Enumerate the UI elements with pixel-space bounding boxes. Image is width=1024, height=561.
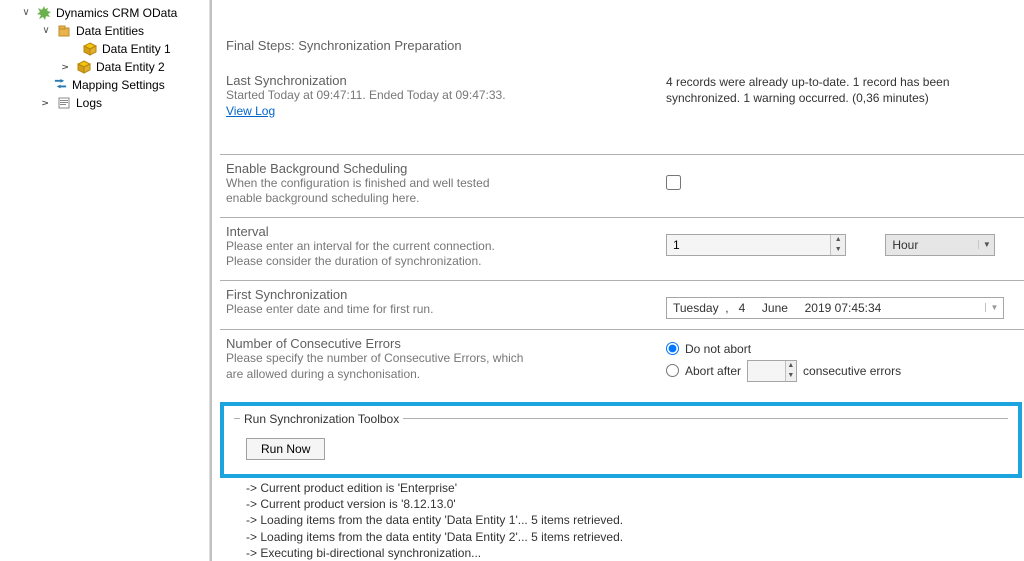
run-now-button[interactable]: Run Now — [246, 438, 325, 460]
tree-mapping-label[interactable]: Mapping Settings — [72, 76, 165, 94]
tree-entity2-label[interactable]: Data Entity 2 — [96, 58, 165, 76]
expand-icon[interactable]: ∨ — [57, 61, 75, 73]
expand-icon[interactable]: ∨ — [40, 22, 52, 40]
connection-gear-icon — [36, 5, 52, 21]
vertical-divider — [210, 0, 212, 561]
expand-icon[interactable]: ∨ — [20, 4, 32, 22]
radio-abort-after[interactable]: Abort after ▲▼ consecutive errors — [666, 360, 1024, 382]
interval-unit-combo[interactable]: Hour ▼ — [885, 234, 995, 256]
log-line: Current product version is '8.12.13.0' — [246, 496, 1024, 512]
page-title: Final Steps: Synchronization Preparation — [220, 0, 1024, 73]
radio-abort-after-input[interactable] — [666, 364, 679, 377]
radio-do-not-abort[interactable]: Do not abort — [666, 342, 1024, 356]
bg-desc-l2: enable background scheduling here. — [226, 191, 646, 207]
entities-folder-icon — [56, 23, 72, 39]
section-first-sync: First Synchronization Please enter date … — [220, 280, 1024, 329]
entity-icon — [76, 59, 92, 75]
spin-buttons[interactable]: ▲▼ — [785, 361, 796, 381]
run-sync-toolbox-highlight: Run Synchronization Toolbox Run Now — [220, 402, 1022, 478]
mapping-icon — [52, 77, 68, 93]
logs-icon — [56, 95, 72, 111]
section-last-sync: Last Synchronization Started Today at 09… — [220, 73, 1024, 128]
radio-abort-after-post: consecutive errors — [803, 364, 901, 378]
spacer: ∨ — [66, 40, 78, 58]
bg-scheduling-checkbox[interactable] — [666, 175, 681, 190]
sync-log-output: Current product edition is 'Enterprise' … — [220, 478, 1024, 561]
interval-l2: Please consider the duration of synchron… — [226, 254, 646, 270]
log-line: Executing bi-directional synchronization… — [246, 545, 1024, 561]
first-sync-title: First Synchronization — [226, 287, 646, 302]
log-line: Current product edition is 'Enterprise' — [246, 480, 1024, 496]
radio-abort-after-pre: Abort after — [685, 364, 741, 378]
bg-desc-l1: When the configuration is finished and w… — [226, 176, 646, 192]
errors-l1: Please specify the number of Consecutive… — [226, 351, 646, 367]
tree-logs-label[interactable]: Logs — [76, 94, 102, 112]
main-panel: Final Steps: Synchronization Preparation… — [220, 0, 1024, 561]
section-bg-scheduling: Enable Background Scheduling When the co… — [220, 154, 1024, 217]
tree-entities-label[interactable]: Data Entities — [76, 22, 144, 40]
errors-l2: are allowed during a synchonisation. — [226, 367, 646, 383]
radio-do-not-abort-input[interactable] — [666, 342, 679, 355]
bg-title: Enable Background Scheduling — [226, 161, 646, 176]
interval-input[interactable] — [667, 238, 830, 252]
radio-do-not-abort-label: Do not abort — [685, 342, 751, 356]
sidebar-tree: ∨ Dynamics CRM OData ∨ Data Entities ∨ D… — [0, 0, 210, 561]
view-log-link[interactable]: View Log — [226, 104, 275, 118]
errors-title: Number of Consecutive Errors — [226, 336, 646, 351]
section-consec-errors: Number of Consecutive Errors Please spec… — [220, 329, 1024, 396]
entity-icon — [82, 41, 98, 57]
toolbox-title: Run Synchronization Toolbox — [240, 412, 403, 426]
interval-title: Interval — [226, 224, 646, 239]
section-interval: Interval Please enter an interval for th… — [220, 217, 1024, 280]
spin-buttons[interactable]: ▲▼ — [830, 235, 845, 255]
tree-entity1-label[interactable]: Data Entity 1 — [102, 40, 171, 58]
last-sync-title: Last Synchronization — [226, 73, 646, 88]
first-sync-desc: Please enter date and time for first run… — [226, 302, 646, 318]
abort-after-count-input[interactable] — [748, 364, 785, 378]
expand-icon[interactable]: ∨ — [37, 97, 55, 109]
last-sync-desc: Started Today at 09:47:11. Ended Today a… — [226, 88, 646, 104]
log-line: Loading items from the data entity 'Data… — [246, 512, 1024, 528]
last-sync-summary: 4 records were already up-to-date. 1 rec… — [666, 75, 986, 106]
first-sync-datepicker[interactable]: Tuesday , 4 June 2019 07:45:34 ▼ — [666, 297, 1004, 319]
log-line: Loading items from the data entity 'Data… — [246, 529, 1024, 545]
tree-root-label[interactable]: Dynamics CRM OData — [56, 4, 177, 22]
interval-spinbox[interactable]: ▲▼ — [666, 234, 846, 256]
calendar-dropdown-icon[interactable]: ▼ — [985, 303, 1003, 312]
chevron-down-icon: ▼ — [978, 240, 994, 249]
interval-l1: Please enter an interval for the current… — [226, 239, 646, 255]
first-sync-date-text: Tuesday , 4 June 2019 07:45:34 — [673, 301, 881, 315]
abort-after-count-spinbox[interactable]: ▲▼ — [747, 360, 797, 382]
interval-unit-text: Hour — [886, 238, 978, 252]
